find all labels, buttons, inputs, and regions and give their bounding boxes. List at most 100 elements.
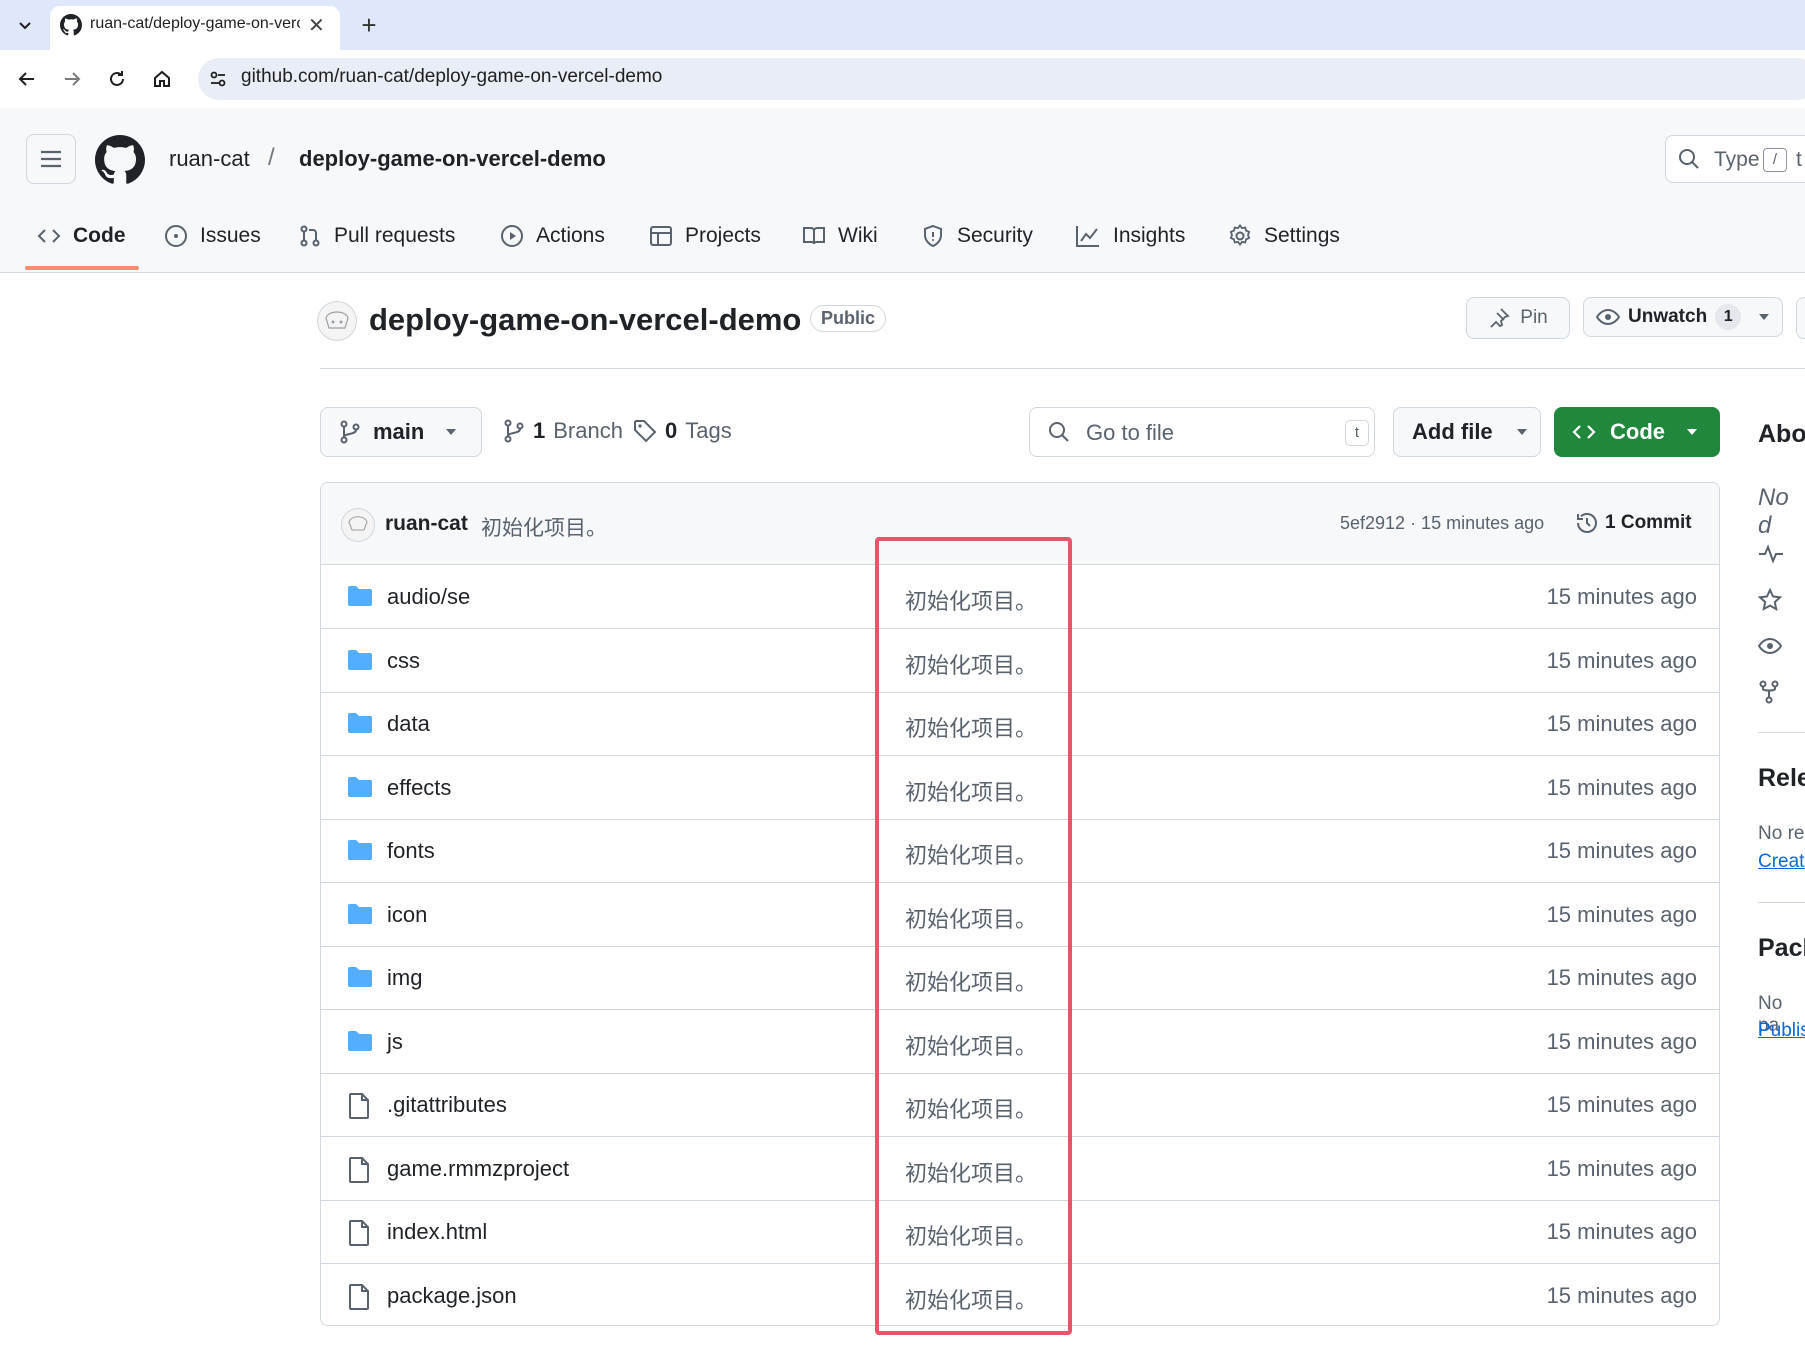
tag-count-label: Tags	[685, 418, 732, 443]
fork-icon[interactable]	[1758, 680, 1780, 704]
caret-down-icon	[1759, 314, 1770, 320]
pin-button[interactable]: Pin	[1466, 297, 1570, 339]
search-placeholder: Type	[1714, 148, 1760, 171]
avatar[interactable]	[317, 301, 357, 341]
about-description: No d	[1758, 484, 1789, 539]
tab-code[interactable]: Code	[37, 218, 126, 254]
unwatch-button[interactable]: Unwatch 1	[1583, 297, 1783, 337]
folder-icon	[347, 712, 373, 734]
fork-button[interactable]	[1796, 297, 1805, 339]
gear-icon	[1229, 224, 1251, 246]
divider	[1758, 902, 1805, 903]
folder-icon	[347, 903, 373, 925]
anime-avatar-icon	[319, 303, 355, 339]
caret-down-icon	[446, 429, 457, 435]
file-name[interactable]: game.rmmzproject	[387, 1156, 569, 1182]
tab-actions[interactable]: Actions	[500, 218, 605, 254]
site-info-icon[interactable]	[208, 69, 228, 89]
repo-title[interactable]: deploy-game-on-vercel-demo	[369, 302, 801, 338]
url-text[interactable]: github.com/ruan-cat/deploy-game-on-verce…	[241, 66, 662, 88]
home-button[interactable]	[145, 62, 179, 96]
create-release-link[interactable]: Create	[1758, 851, 1805, 873]
tab-settings[interactable]: Settings	[1228, 218, 1340, 254]
file-commit-time: 15 minutes ago	[1546, 965, 1697, 990]
commit-message[interactable]: 初始化项目。	[481, 512, 607, 542]
go-to-file-input[interactable]	[1029, 407, 1375, 457]
commit-meta[interactable]: 5ef2912 · 15 minutes ago	[1340, 513, 1544, 534]
tab-close-icon[interactable]: ✕	[308, 13, 325, 38]
history-icon	[1577, 513, 1597, 533]
pin-icon	[1490, 308, 1510, 328]
code-icon	[37, 229, 61, 243]
tab-code-label: Code	[73, 224, 126, 247]
tab-issues-label: Issues	[200, 224, 261, 247]
anime-avatar-icon	[343, 510, 373, 540]
tab-projects[interactable]: Projects	[649, 218, 761, 254]
github-favicon-icon	[60, 14, 82, 36]
file-name[interactable]: icon	[387, 902, 427, 928]
branch-selector[interactable]: main	[320, 407, 482, 457]
file-icon	[347, 1156, 371, 1183]
pull-request-icon	[300, 225, 320, 247]
file-name[interactable]: package.json	[387, 1283, 517, 1309]
activity-icon[interactable]	[1758, 544, 1784, 564]
active-tab-underline	[25, 266, 139, 270]
reload-button[interactable]	[100, 62, 134, 96]
eye-icon	[1596, 308, 1620, 326]
back-button[interactable]	[10, 62, 44, 96]
forward-button[interactable]	[55, 62, 89, 96]
tags-link[interactable]: 0 Tags	[633, 418, 732, 444]
file-name[interactable]: index.html	[387, 1219, 487, 1245]
code-button[interactable]: Code	[1554, 407, 1720, 457]
play-icon	[501, 225, 523, 247]
repo-link[interactable]: deploy-game-on-vercel-demo	[299, 146, 606, 172]
file-name[interactable]: effects	[387, 775, 451, 801]
visibility-badge: Public	[810, 305, 887, 332]
add-file-button[interactable]: Add file	[1393, 407, 1541, 457]
avatar[interactable]	[341, 508, 375, 542]
eye-icon[interactable]	[1758, 636, 1782, 656]
code-button-label: Code	[1610, 419, 1665, 444]
caret-down-icon	[1516, 429, 1527, 435]
caret-down-icon	[1687, 429, 1697, 435]
tab-wiki[interactable]: Wiki	[802, 218, 878, 254]
file-name[interactable]: fonts	[387, 838, 435, 864]
tag-icon	[634, 420, 657, 443]
commit-author[interactable]: ruan-cat	[385, 512, 468, 536]
new-tab-button[interactable]: +	[352, 8, 386, 42]
tab-pull-requests[interactable]: Pull requests	[298, 218, 455, 254]
tab-issues[interactable]: Issues	[164, 218, 261, 254]
github-logo-icon[interactable]	[95, 135, 145, 185]
search-shortcut-key: /	[1763, 148, 1787, 172]
packages-heading[interactable]: Pack	[1758, 934, 1805, 963]
file-name[interactable]: js	[387, 1029, 403, 1055]
breadcrumb-separator: /	[268, 144, 275, 171]
file-name[interactable]: css	[387, 648, 420, 674]
file-name[interactable]: .gitattributes	[387, 1092, 507, 1118]
search-icon	[1048, 421, 1070, 443]
commit-history-link[interactable]: 1 Commit	[1575, 511, 1692, 535]
tab-search-button[interactable]	[8, 8, 42, 42]
pin-label: Pin	[1520, 307, 1548, 328]
branches-link[interactable]: 1 Branch	[503, 418, 623, 444]
home-icon	[154, 70, 170, 87]
folder-icon	[347, 776, 373, 798]
file-commit-time: 15 minutes ago	[1546, 1092, 1697, 1117]
file-name[interactable]: audio/se	[387, 584, 470, 610]
add-file-label: Add file	[1412, 419, 1493, 444]
github-header	[0, 108, 1805, 273]
menu-button[interactable]	[26, 134, 76, 184]
file-name[interactable]: data	[387, 711, 430, 737]
owner-link[interactable]: ruan-cat	[169, 146, 250, 172]
tab-security[interactable]: Security	[921, 218, 1033, 254]
releases-heading[interactable]: Rele	[1758, 764, 1805, 793]
file-name[interactable]: img	[387, 965, 422, 991]
publish-package-link[interactable]: Publis	[1758, 1020, 1805, 1042]
about-heading: Abo	[1758, 420, 1805, 448]
tab-insights-label: Insights	[1113, 224, 1186, 247]
folder-icon	[347, 649, 373, 671]
tab-insights[interactable]: Insights	[1075, 218, 1185, 254]
star-icon[interactable]	[1758, 588, 1782, 612]
file-commit-time: 15 minutes ago	[1546, 1155, 1697, 1181]
watch-count: 1	[1715, 304, 1742, 330]
